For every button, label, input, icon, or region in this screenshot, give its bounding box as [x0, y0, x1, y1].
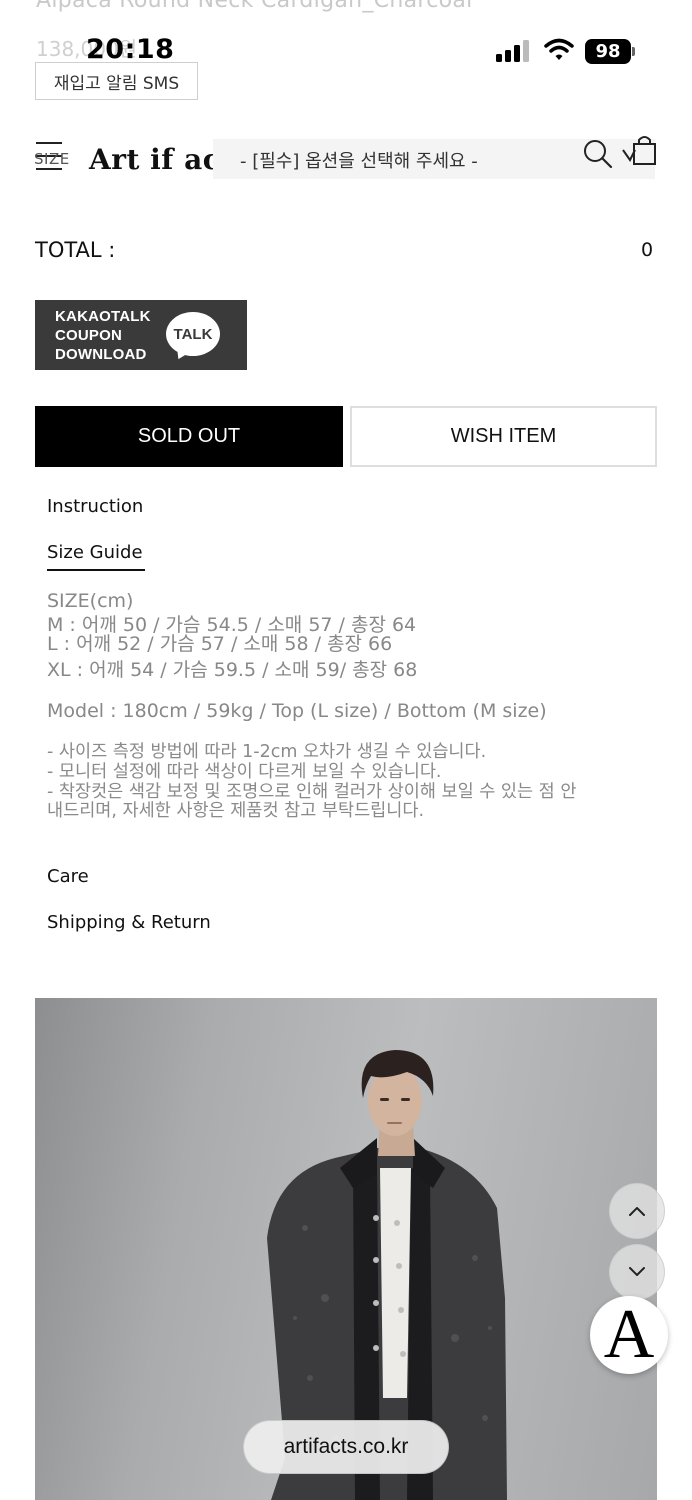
- wifi-icon: [544, 38, 574, 60]
- scroll-down-button[interactable]: [609, 1244, 665, 1300]
- product-name: Alpaca Round Neck Cardigan_Charcoal: [36, 0, 473, 13]
- option-select-placeholder[interactable]: - [필수] 옵션을 선택해 주세요 -: [240, 147, 478, 173]
- shopping-bag-icon[interactable]: [621, 134, 657, 168]
- url-bar[interactable]: artifacts.co.kr: [243, 1420, 449, 1474]
- note-line-4: 내드리며, 자세한 사항은 제품컷 참고 부탁드립니다.: [47, 801, 425, 821]
- battery-tip: [632, 47, 635, 56]
- kakao-coupon-text: KAKAOTALK COUPON DOWNLOAD: [55, 307, 151, 364]
- chevron-up-icon: [629, 1207, 645, 1216]
- kakao-line-2: COUPON: [55, 327, 123, 344]
- total-value: 0: [641, 239, 654, 261]
- tab-instruction[interactable]: Instruction: [47, 496, 143, 517]
- battery-icon: 98: [585, 39, 631, 64]
- tab-shipping-return[interactable]: Shipping & Return: [47, 912, 211, 933]
- chevron-down-icon: [629, 1267, 645, 1276]
- kakao-coupon-banner[interactable]: KAKAOTALK COUPON DOWNLOAD TALK: [35, 300, 247, 370]
- wish-item-button[interactable]: WISH ITEM: [350, 406, 657, 467]
- status-time: 20:18: [86, 34, 175, 65]
- size-row-l: L : 어깨 52 / 가슴 57 / 소매 58 / 총장 66: [47, 633, 393, 655]
- tab-size-guide[interactable]: Size Guide: [47, 542, 143, 563]
- kakao-talk-icon: TALK: [166, 312, 220, 356]
- model-info: Model : 180cm / 59kg / Top (L size) / Bo…: [47, 700, 547, 722]
- artifacts-logo-badge[interactable]: A: [590, 1296, 668, 1374]
- cellular-signal-icon: [496, 40, 529, 62]
- kakao-line-3: DOWNLOAD: [55, 346, 147, 363]
- size-guide-header: SIZE(cm): [47, 590, 134, 612]
- total-label: TOTAL :: [35, 238, 116, 262]
- scroll-up-button[interactable]: [609, 1183, 665, 1239]
- restock-sms-button[interactable]: 재입고 알림 SMS: [35, 62, 198, 100]
- size-row-xl: XL : 어깨 54 / 가슴 59.5 / 소매 59/ 총장 68: [47, 659, 418, 681]
- kakao-line-1: KAKAOTALK: [55, 308, 151, 325]
- sold-out-button[interactable]: SOLD OUT: [35, 406, 343, 467]
- tab-size-guide-underline: [47, 569, 145, 571]
- search-icon[interactable]: [583, 139, 613, 169]
- size-label: SIZE: [34, 150, 70, 168]
- tab-care[interactable]: Care: [47, 866, 89, 887]
